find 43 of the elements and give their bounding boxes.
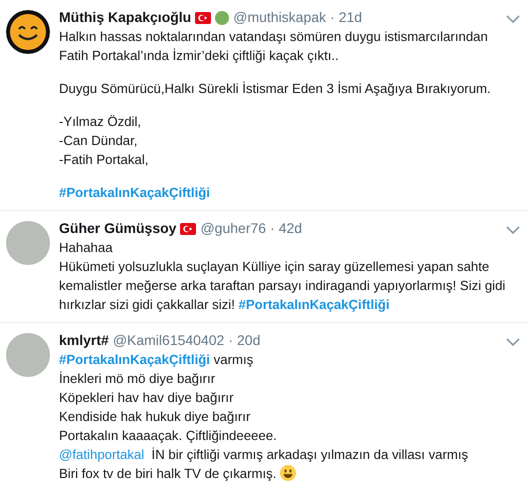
hashtag-link[interactable]: #PortakalınKaçakÇiftliği	[59, 352, 210, 367]
tweet-text: kemalistler meğerse arka taraftan parsayı indiragandi yapıyorlarmış! Sizi gidi	[59, 277, 506, 295]
tweet-text: Kendiside hak hukuk diye bağırır	[59, 408, 252, 426]
circle-badge-icon	[215, 10, 230, 24]
chevron-down-icon[interactable]	[506, 225, 520, 235]
author-name[interactable]: kmlyrt#	[59, 331, 109, 350]
author-name[interactable]: Müthiş Kapakçıoğlu	[59, 8, 192, 27]
tweet-text: -Yılmaz Özdil,	[59, 113, 142, 131]
chevron-down-icon[interactable]	[506, 337, 520, 347]
tweet-text: #PortakalınKaçakÇiftliği varmış	[59, 351, 254, 369]
tweet-text: hırkızlar sizi gidi çakkallar sizi! #PortakalınKaçakÇiftliği	[59, 296, 391, 314]
tweet-text: Halkın hassas noktalarından vatandaşı sömüren duygu istismarcılarından	[59, 28, 489, 46]
author-name[interactable]: Güher Gümüşsoy	[59, 219, 176, 238]
tweet-text: -Can Dündar,	[59, 132, 138, 150]
turkish-flag-icon	[180, 222, 196, 234]
tweet-text: Duygu Sömürücü,Halkı Sürekli İstismar Eden 3 İsmi Aşağıya Bırakıyorum.	[59, 80, 492, 98]
mention-link[interactable]: @fatihportakal	[59, 447, 144, 462]
tweet-text: Portakalın kaaaaçak. Çiftliğindeeeee.	[59, 427, 278, 445]
avatar-photo-placeholder[interactable]	[6, 221, 50, 265]
tweet-text: Hahahaa	[59, 239, 114, 257]
dot-separator: ·	[228, 331, 233, 350]
tweet-time[interactable]: 42d	[278, 219, 302, 238]
tweet-text: @fatihportakal İN bir çiftliği varmış arkadaşı yılmazın da villası varmış	[59, 446, 470, 464]
tweet-text: Biri fox tv de biri halk TV de çıkarmış.	[59, 464, 520, 483]
turkish-flag-icon	[195, 12, 212, 24]
author-handle[interactable]: @muthiskapak	[233, 8, 326, 27]
hashtag-link[interactable]: #PortakalınKaçakÇiftliği	[238, 297, 390, 312]
author-handle[interactable]: @guher76	[200, 219, 266, 238]
tweet-text: Köpekleri hav hav diye bağırır	[59, 389, 234, 407]
dot-separator: ·	[330, 8, 335, 27]
author-handle[interactable]: @Kamil61540402	[112, 331, 224, 350]
hashtag-link[interactable]: #PortakalınKaçakÇiftliği	[59, 185, 210, 200]
chevron-down-icon[interactable]	[506, 14, 520, 24]
tweet-text: Fatih Portakal’ında İzmir’deki çiftliği kaçak çıktı..	[59, 47, 340, 65]
tweet-time[interactable]: 21d	[338, 8, 362, 27]
smiley-icon	[280, 465, 296, 481]
dot-separator: ·	[270, 219, 275, 238]
tweet-text: İnekleri mö mö diye bağırır	[59, 370, 216, 388]
tweet-time[interactable]: 20d	[237, 331, 260, 350]
avatar-photo-placeholder[interactable]	[6, 333, 50, 377]
tweet-text: -Fatih Portakal,	[59, 151, 150, 169]
tweet-text: Hükümeti yolsuzlukla suçlayan Külliye için saray güzellemesi yapan sahte	[59, 258, 490, 276]
smiley-avatar-icon[interactable]	[6, 10, 50, 54]
